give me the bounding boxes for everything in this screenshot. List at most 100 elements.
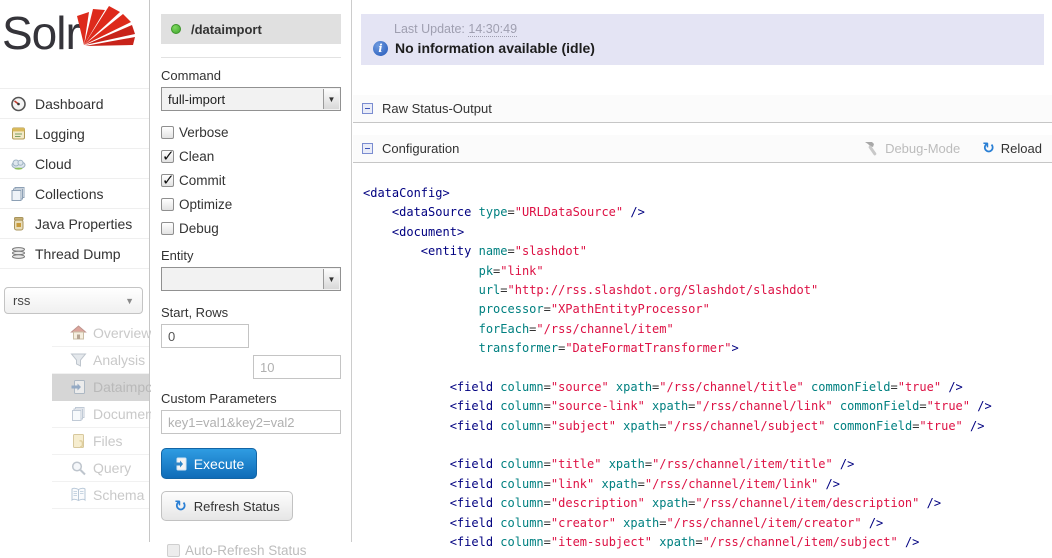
clean-checkbox[interactable]: Clean — [161, 144, 341, 168]
reload-icon: ↻ — [174, 499, 187, 514]
execute-button[interactable]: Execute — [161, 448, 257, 479]
collapse-icon[interactable] — [362, 143, 373, 154]
command-options: Verbose Clean Commit Optimize Debug — [161, 120, 341, 240]
sidebar-item-thread-dump[interactable]: Thread Dump — [0, 239, 149, 269]
core-selector[interactable]: rss ▼ — [4, 287, 143, 314]
command-select[interactable]: full-import ▼ — [161, 87, 341, 111]
refresh-status-label: Refresh Status — [194, 499, 280, 514]
auto-refresh-checkbox[interactable]: Auto-Refresh Status — [161, 543, 341, 558]
dataconfig-code: <dataConfig> <dataSource type="URLDataSo… — [363, 184, 1052, 552]
debug-mode-button[interactable]: Debug-Mode — [863, 141, 960, 156]
code-line: <field column="item-subject" xpath="/rss… — [363, 533, 1052, 552]
raw-status-section-header[interactable]: Raw Status-Output — [353, 95, 1052, 123]
collapse-icon[interactable] — [362, 103, 373, 114]
code-line — [363, 359, 1052, 378]
execute-label: Execute — [194, 456, 245, 472]
query-icon — [70, 460, 87, 476]
code-line: <field column="source" xpath="/rss/chann… — [363, 378, 1052, 397]
commit-checkbox[interactable]: Commit — [161, 168, 341, 192]
chevron-down-icon: ▼ — [323, 269, 339, 289]
info-icon: i — [373, 41, 388, 56]
sidebar-item-cloud[interactable]: Cloud — [0, 149, 149, 179]
core-item-files[interactable]: Files — [52, 428, 149, 455]
divider — [161, 57, 341, 58]
entity-label: Entity — [161, 248, 341, 263]
sidebar-item-collections[interactable]: Collections — [0, 179, 149, 209]
start-input[interactable] — [161, 324, 249, 348]
analysis-icon — [70, 352, 87, 368]
chevron-down-icon: ▼ — [125, 296, 134, 306]
reload-icon: ↻ — [982, 141, 995, 156]
code-line: <field column="title" xpath="/rss/channe… — [363, 455, 1052, 474]
checkbox-icon — [161, 174, 174, 187]
core-item-label: Overview — [93, 325, 151, 341]
core-menu: Overview Analysis DataimportDocuments Files… — [0, 320, 149, 509]
configuration-title: Configuration — [382, 141, 459, 156]
solr-sunburst-icon — [76, 2, 138, 48]
checkbox-icon — [161, 198, 174, 211]
command-select-value: full-import — [162, 92, 225, 107]
core-item-documents[interactable]: Documents — [52, 401, 149, 428]
core-item-schema[interactable]: Schema — [52, 482, 149, 509]
core-selector-value: rss — [13, 293, 30, 308]
sidebar-item-label: Logging — [35, 126, 85, 142]
status-dot-icon — [171, 24, 181, 34]
sidebar-item-java-properties[interactable]: Java Properties — [0, 209, 149, 239]
checkbox-label: Clean — [179, 149, 214, 164]
cloud-icon — [10, 156, 27, 172]
optimize-checkbox[interactable]: Optimize — [161, 192, 341, 216]
overview-icon — [70, 325, 87, 341]
last-update: Last Update: 14:30:49 — [394, 22, 1032, 36]
schema-icon — [70, 487, 87, 503]
auto-refresh-label: Auto-Refresh Status — [185, 543, 307, 558]
last-update-label: Last Update: — [394, 22, 465, 36]
sidebar-item-logging[interactable]: Logging — [0, 119, 149, 149]
code-line: <document> — [363, 223, 1052, 242]
code-line: <field column="subject" xpath="/rss/chan… — [363, 417, 1052, 436]
checkbox-label: Optimize — [179, 197, 232, 212]
core-item-dataimport[interactable]: Dataimport — [52, 374, 149, 401]
code-line: processor="XPathEntityProcessor" — [363, 300, 1052, 319]
custom-parameters-input[interactable] — [161, 410, 341, 434]
sidebar: Solr Dashboard Logging Cloud CollectionsJav… — [0, 0, 150, 542]
core-item-analysis[interactable]: Analysis — [52, 347, 149, 374]
reload-label: Reload — [1001, 141, 1042, 156]
main-content: Last Update: 14:30:49 i No information a… — [353, 0, 1052, 542]
core-item-overview[interactable]: Overview — [52, 320, 149, 347]
raw-status-title: Raw Status-Output — [382, 101, 492, 116]
refresh-status-button[interactable]: ↻ Refresh Status — [161, 491, 293, 521]
solr-logo-text: Solr — [2, 6, 80, 60]
collections-icon — [10, 186, 27, 202]
code-line: transformer="DateFormatTransformer"> — [363, 339, 1052, 358]
verbose-checkbox[interactable]: Verbose — [161, 120, 341, 144]
import-document-icon — [174, 457, 187, 471]
custom-parameters-label: Custom Parameters — [161, 391, 341, 406]
logging-icon — [10, 126, 27, 142]
handler-header[interactable]: /dataimport — [161, 14, 341, 44]
core-item-label: Schema — [93, 487, 144, 503]
code-line: <dataSource type="URLDataSource" /> — [363, 203, 1052, 222]
code-line: <field column="link" xpath="/rss/channel… — [363, 475, 1052, 494]
rows-input[interactable] — [253, 355, 341, 379]
reload-button[interactable]: ↻ Reload — [982, 141, 1042, 156]
sidebar-item-dashboard[interactable]: Dashboard — [0, 89, 149, 119]
configuration-section-header[interactable]: Configuration Debug-Mode ↻ Reload — [353, 135, 1052, 163]
dataimport-icon — [70, 379, 87, 395]
debug-checkbox[interactable]: Debug — [161, 216, 341, 240]
code-line: <entity name="slashdot" — [363, 242, 1052, 261]
solr-logo[interactable]: Solr — [0, 0, 149, 88]
java-properties-icon — [10, 216, 27, 232]
code-line: pk="link" — [363, 262, 1052, 281]
core-item-label: Analysis — [93, 352, 145, 368]
code-line: <field column="description" xpath="/rss/… — [363, 494, 1052, 513]
entity-select[interactable]: ▼ — [161, 267, 341, 291]
checkbox-icon — [167, 544, 180, 557]
sidebar-item-label: Cloud — [35, 156, 72, 172]
sidebar-item-label: Dashboard — [35, 96, 104, 112]
core-item-query[interactable]: Query — [52, 455, 149, 482]
status-bar: Last Update: 14:30:49 i No information a… — [361, 14, 1044, 65]
debug-mode-label: Debug-Mode — [885, 141, 960, 156]
last-update-time: 14:30:49 — [468, 22, 517, 37]
code-line: <field column="source-link" xpath="/rss/… — [363, 397, 1052, 416]
core-item-label: Files — [93, 433, 123, 449]
